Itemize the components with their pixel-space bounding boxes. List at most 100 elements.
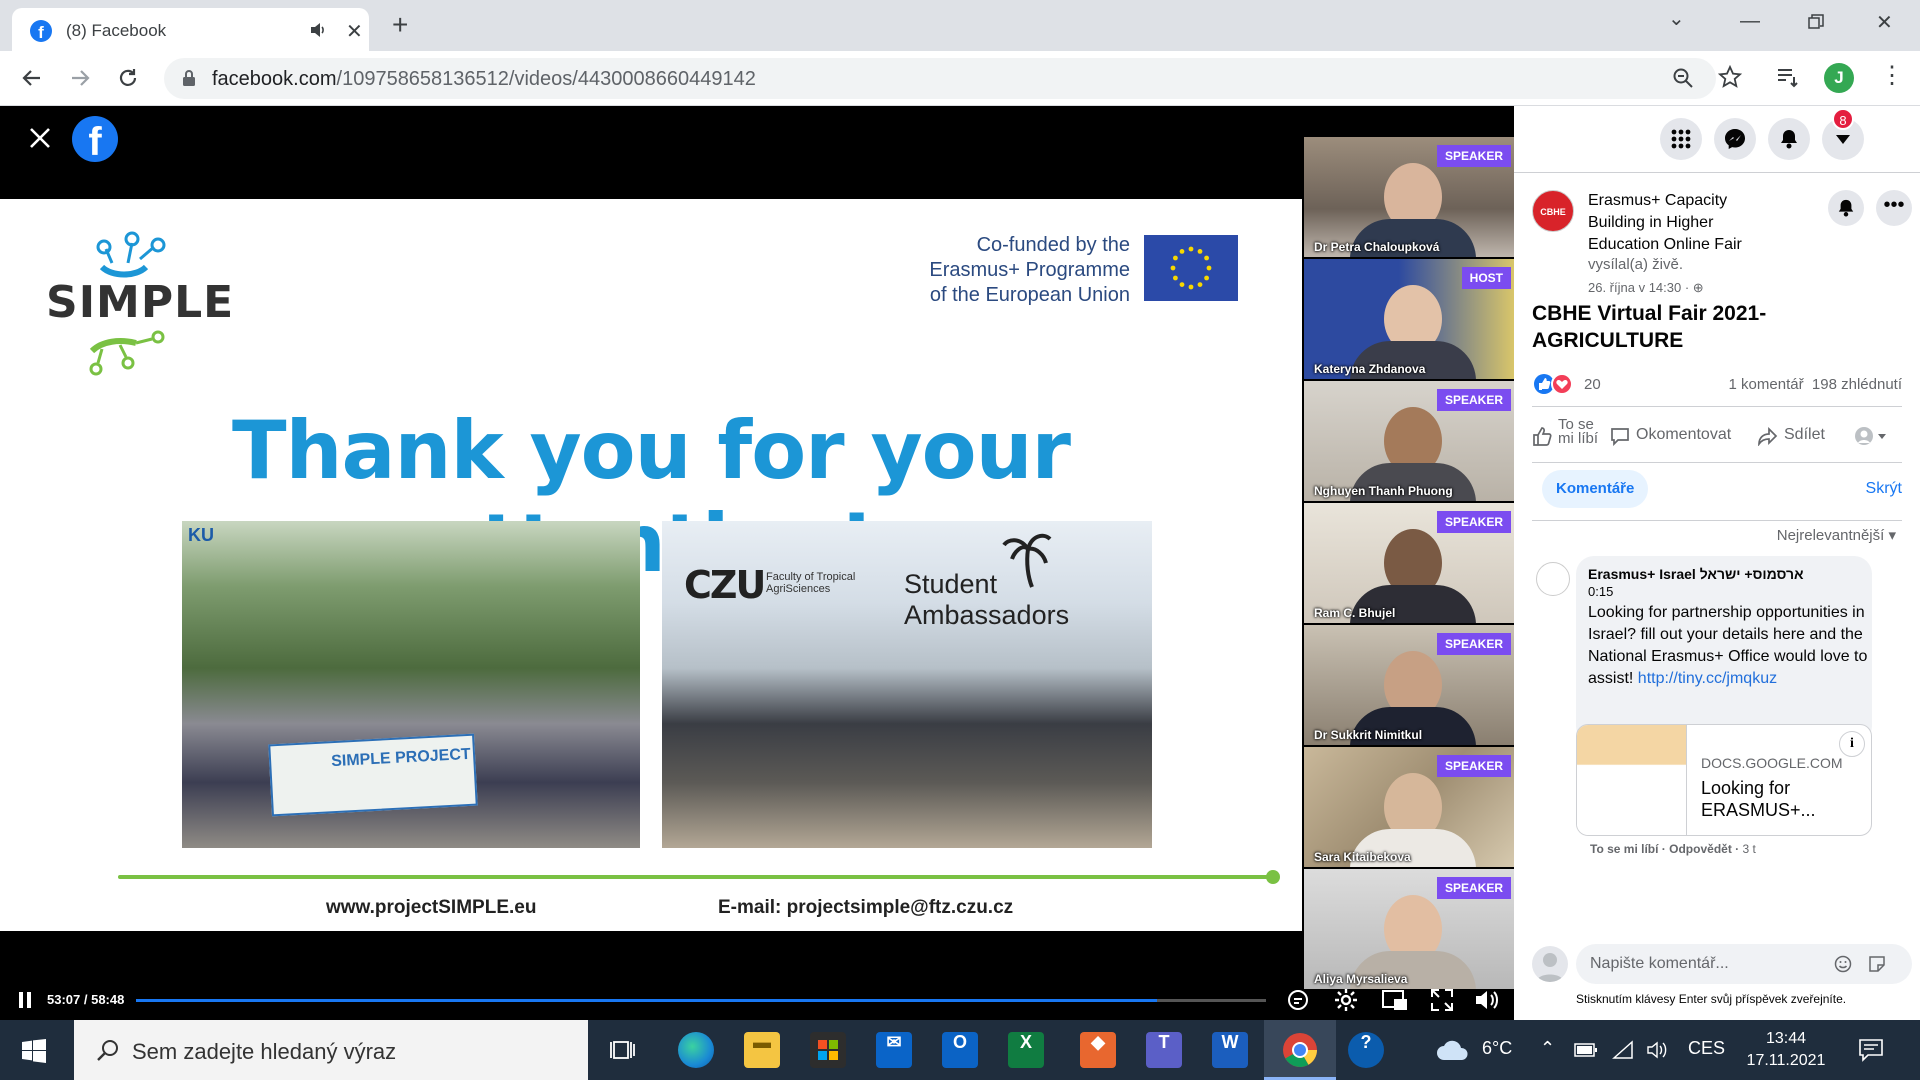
tab-search-chevron-icon[interactable]: ⌄ <box>1668 6 1685 31</box>
post-stats[interactable]: 1 komentář 198 zhlédnutí <box>1729 376 1902 393</box>
address-bar[interactable]: facebook.com/109758658136512/videos/4430… <box>164 58 1716 99</box>
settings-gear-icon[interactable] <box>1334 988 1358 1012</box>
speaker-badge: SPEAKER <box>1436 633 1511 655</box>
profile-avatar[interactable]: J <box>1824 63 1854 93</box>
thumbs-up-icon <box>1533 427 1552 446</box>
grid-icon <box>1671 129 1691 149</box>
link-preview-domain: DOCS.GOOGLE.COM <box>1701 755 1843 771</box>
more-options-button[interactable]: ••• <box>1876 190 1912 226</box>
word-app-icon[interactable]: W <box>1212 1032 1248 1068</box>
comment-timestamp[interactable]: 0:15 <box>1588 584 1613 599</box>
bookmark-star-icon[interactable] <box>1718 65 1742 89</box>
presentation-slide[interactable]: SIMPLE Co-funded by the Erasmus+ Program… <box>0 199 1302 931</box>
enter-to-post-hint: Stisknutím klávesy Enter svůj příspěvek … <box>1576 992 1847 1006</box>
system-clock[interactable]: 13:44 17.11.2021 <box>1738 1028 1834 1072</box>
share-label: Sdílet <box>1784 426 1825 443</box>
chrome-taskbar-active[interactable] <box>1264 1020 1336 1080</box>
sticker-icon[interactable] <box>1868 955 1886 973</box>
cofunded-text: Co-funded by the Erasmus+ Programme of t… <box>929 234 1130 306</box>
messenger-button[interactable] <box>1714 118 1756 160</box>
outlook-app-icon[interactable]: O <box>942 1032 978 1068</box>
comment-sort-dropdown[interactable]: Nejrelevantnější ▾ <box>1777 526 1896 544</box>
speaker-badge: SPEAKER <box>1436 877 1511 899</box>
menu-grid-button[interactable] <box>1660 118 1702 160</box>
speaker-badge: SPEAKER <box>1436 145 1511 167</box>
link-preview-thumbnail <box>1577 725 1687 835</box>
mail-app-icon[interactable]: ✉ <box>876 1032 912 1068</box>
speaker-volume-icon[interactable] <box>1646 1040 1668 1060</box>
office-app-icon[interactable]: ◆ <box>1080 1032 1116 1068</box>
commenter-avatar[interactable] <box>1536 562 1570 596</box>
restore-button[interactable] <box>1808 14 1824 30</box>
comment-link[interactable]: http://tiny.cc/jmqkuz <box>1638 670 1777 687</box>
comment-reply-link[interactable]: Odpovědět <box>1669 842 1732 856</box>
info-icon[interactable]: i <box>1839 731 1865 757</box>
input-language[interactable]: CES <box>1688 1038 1725 1059</box>
excel-app-icon[interactable]: X <box>1008 1032 1044 1068</box>
browser-menu-icon[interactable]: ⋮ <box>1880 61 1904 90</box>
audio-playing-icon[interactable] <box>309 21 327 39</box>
page-name[interactable]: Erasmus+ Capacity Building in Higher Edu… <box>1588 190 1788 256</box>
volume-icon[interactable] <box>1474 988 1500 1012</box>
write-comment-input[interactable]: Napište komentář... <box>1576 944 1912 984</box>
new-tab-button[interactable]: + <box>392 11 408 39</box>
speaker-tile[interactable]: SPEAKER Sara Kitaibekova <box>1304 747 1514 867</box>
reload-button-icon[interactable] <box>116 66 140 90</box>
task-view-icon[interactable] <box>610 1038 636 1062</box>
microsoft-store-app-icon[interactable] <box>810 1032 846 1068</box>
speaker-tile[interactable]: SPEAKER Ram C. Bhujel <box>1304 503 1514 623</box>
reading-list-icon[interactable] <box>1776 65 1800 89</box>
taskbar-search-box[interactable]: Sem zadejte hledaný výraz <box>74 1020 588 1080</box>
live-status: vysílal(a) živě. <box>1588 256 1684 273</box>
notifications-button[interactable] <box>1768 118 1810 160</box>
browser-tab[interactable]: f (8) Facebook ✕ <box>12 8 369 51</box>
facebook-logo-icon[interactable]: f <box>72 116 118 162</box>
comments-tab[interactable]: Komentáře <box>1542 470 1649 508</box>
back-button-icon[interactable] <box>20 66 44 90</box>
taskbar-search-placeholder: Sem zadejte hledaný výraz <box>132 1039 397 1064</box>
picture-in-picture-icon[interactable] <box>1382 988 1408 1012</box>
help-app-icon[interactable]: ? <box>1348 1032 1384 1068</box>
fullscreen-icon[interactable] <box>1430 988 1454 1012</box>
battery-icon[interactable] <box>1574 1042 1598 1058</box>
weather-temperature[interactable]: 6°C <box>1482 1038 1512 1059</box>
captions-icon[interactable] <box>1286 988 1310 1012</box>
speaker-tile[interactable]: SPEAKER Nghuyen Thanh Phuong <box>1304 381 1514 501</box>
tab-close-icon[interactable]: ✕ <box>346 19 363 44</box>
close-window-button[interactable]: ✕ <box>1876 10 1893 35</box>
pause-icon[interactable] <box>18 992 32 1008</box>
reaction-count[interactable]: 20 <box>1584 376 1601 393</box>
speaker-tile[interactable]: HOST Kateryna Zhdanova <box>1304 259 1514 379</box>
speaker-name: Kateryna Zhdanova <box>1314 362 1426 376</box>
windows-start-icon[interactable] <box>22 1039 46 1063</box>
speaker-tile[interactable]: SPEAKER Aliya Myrsalieva <box>1304 869 1514 989</box>
wifi-icon[interactable] <box>1612 1040 1634 1060</box>
notification-count-badge: 8 <box>1832 108 1854 130</box>
teams-app-icon[interactable]: T <box>1146 1032 1182 1068</box>
comment-like-link[interactable]: To se mi líbí <box>1590 842 1658 856</box>
zoom-icon[interactable] <box>1672 67 1694 89</box>
url-text[interactable]: facebook.com/109758658136512/videos/4430… <box>212 68 756 91</box>
follow-notifications-button[interactable] <box>1828 190 1864 226</box>
link-preview-card[interactable]: DOCS.GOOGLE.COM Looking for ERASMUS+... … <box>1576 724 1872 836</box>
weather-cloud-icon[interactable] <box>1436 1038 1470 1062</box>
current-user-avatar[interactable] <box>1532 946 1568 982</box>
tray-chevron-icon[interactable]: ⌃ <box>1540 1038 1555 1059</box>
lock-icon[interactable] <box>182 69 196 87</box>
speaker-tile[interactable]: SPEAKER Dr Sukkrit Nimitkul <box>1304 625 1514 745</box>
comment-author[interactable]: Erasmus+ Israel ארסמוס+ ישראל <box>1588 566 1804 582</box>
speaker-tile[interactable]: SPEAKER Dr Petra Chaloupková <box>1304 137 1514 257</box>
post-date[interactable]: 26. října v 14:30 · ⊕ <box>1588 280 1704 296</box>
page-avatar[interactable]: CBHE <box>1532 190 1574 232</box>
notification-center-icon[interactable] <box>1858 1038 1884 1062</box>
emoji-icon[interactable] <box>1834 955 1852 973</box>
search-icon <box>97 1040 118 1061</box>
reactions-icon[interactable] <box>1532 372 1578 396</box>
file-explorer-app-icon[interactable]: ▬ <box>744 1032 780 1068</box>
edge-app-icon[interactable] <box>678 1032 714 1068</box>
minimize-button[interactable]: — <box>1740 10 1760 33</box>
close-viewer-icon[interactable] <box>28 126 52 150</box>
forward-button-icon[interactable] <box>68 66 92 90</box>
video-progress-bar[interactable] <box>136 999 1266 1002</box>
hide-comments-link[interactable]: Skrýt <box>1866 480 1902 498</box>
